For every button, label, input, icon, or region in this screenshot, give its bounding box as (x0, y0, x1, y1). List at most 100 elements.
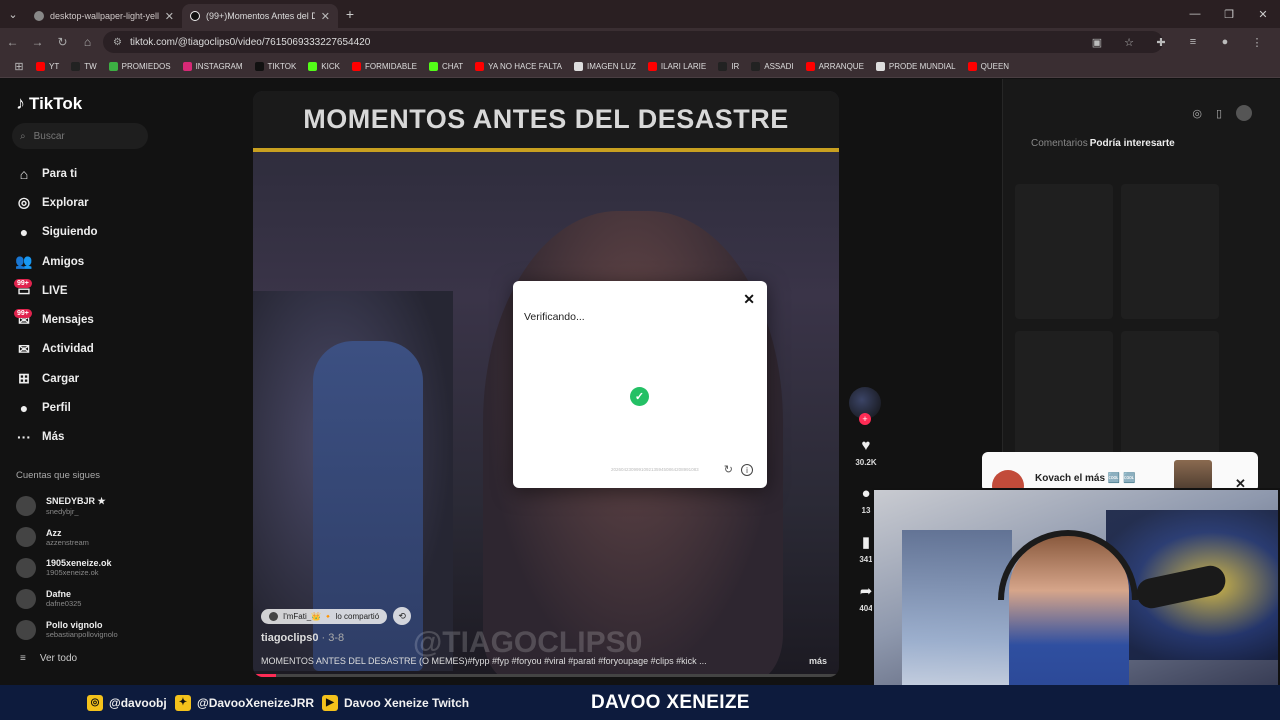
account-name: Azz (46, 527, 62, 538)
suggestion-placeholder (1015, 331, 1113, 466)
bookmark-label: QUEEN (980, 62, 1010, 71)
refresh-icon[interactable]: ↻ (724, 463, 733, 476)
following-account[interactable]: Azz azzenstream (16, 522, 118, 553)
search-icon: ⌕ (20, 130, 26, 142)
following-account[interactable]: 1905xeneize.ok 1905xeneize.ok (16, 553, 118, 584)
notification-badge: 99+ (14, 279, 32, 289)
follow-plus-icon[interactable]: + (859, 413, 871, 425)
tab-comments[interactable]: Comentarios (1031, 138, 1088, 149)
close-tab-icon[interactable]: ✕ (321, 10, 330, 23)
sidebar-item-label: Explorar (42, 196, 89, 209)
footer-instagram: ◎ @davoobj (87, 685, 167, 720)
browser-tab-active[interactable]: (99+)Momentos Antes del Desa ✕ (182, 4, 338, 28)
media-icon[interactable]: ≡ (1182, 36, 1204, 48)
url-text: tiktok.com/@tiagoclips0/video/7615069333… (129, 36, 371, 48)
bookmark-item[interactable]: PRODE MUNDIAL (870, 62, 962, 71)
profile-avatar-icon[interactable]: ● (1214, 36, 1236, 48)
user-avatar[interactable] (1236, 105, 1252, 121)
sidebar-item[interactable]: ⌂ Para ti (16, 159, 98, 188)
tab-might-interest[interactable]: Podría interesarte (1090, 138, 1175, 149)
author-name: tiagoclips0 (261, 632, 319, 644)
bookmark-label: ILARI LARIE (660, 62, 707, 71)
url-bar[interactable]: ⚙ tiktok.com/@tiagoclips0/video/76150693… (103, 31, 1163, 53)
reload-icon[interactable]: ↻ (50, 35, 75, 49)
new-tab-button[interactable]: + (338, 6, 362, 22)
bookmark-item[interactable]: ILARI LARIE (642, 62, 712, 71)
coin-icon[interactable]: ◎ (1192, 107, 1202, 120)
sidebar-item[interactable]: ··· Más (16, 423, 98, 452)
extensions-icon[interactable]: ✚ (1150, 36, 1172, 49)
bookmark-item[interactable]: KICK (302, 62, 346, 71)
bookmark-item[interactable]: TIKTOK (249, 62, 303, 71)
browser-tab[interactable]: desktop-wallpaper-light-yellow ✕ (26, 4, 182, 28)
close-tab-icon[interactable]: ✕ (165, 10, 174, 23)
bookmark-item[interactable]: YT (30, 62, 65, 71)
bookmark-item[interactable]: YA NO HACE FALTA (469, 62, 568, 71)
modal-close-icon[interactable]: ✕ (743, 291, 755, 308)
bookmark-favicon-icon (108, 62, 118, 71)
forward-icon[interactable]: → (25, 35, 50, 49)
bookmark-label: PRODE MUNDIAL (888, 62, 956, 71)
modal-title: Verificando... (524, 311, 585, 323)
following-account[interactable]: Dafne dafne0325 (16, 583, 118, 614)
see-all-label: Ver todo (39, 653, 78, 664)
sidebar-item[interactable]: ◎ Explorar (16, 188, 98, 217)
info-icon[interactable]: i (741, 464, 753, 476)
tiktok-logo[interactable]: ♪ TikTok (16, 93, 82, 114)
footer-youtube: ▶ Davoo Xeneize Twitch (322, 685, 469, 720)
live-popup-card[interactable]: Kovach el más 🆒 🆒 ✕ (982, 452, 1258, 502)
bookmark-favicon-icon (182, 62, 192, 71)
following-account[interactable]: SNEDYBJR ★ snedybjr_ (16, 491, 118, 522)
account-name: SNEDYBJR ★ (46, 496, 106, 507)
tab-search-icon[interactable]: ⌄ (0, 0, 26, 28)
bookmark-item[interactable]: IMAGEN LUZ (568, 62, 642, 71)
sidebar-item[interactable]: ● Siguiendo (16, 218, 98, 247)
like-heart-icon[interactable]: ♥ (849, 437, 883, 454)
sidebar-item[interactable]: 👥 Amigos (15, 247, 98, 276)
sidebar-item[interactable]: ● Perfil (16, 393, 98, 422)
sidebar-item[interactable]: ✉ 99+ Actividad (14, 308, 98, 364)
minimize-icon[interactable]: — (1178, 0, 1212, 28)
video-author[interactable]: tiagoclips0 · 3-8 (261, 632, 344, 644)
bookmark-item[interactable]: ASSADI (745, 62, 799, 71)
search-input[interactable]: ⌕ Buscar (12, 123, 148, 149)
back-icon[interactable]: ← (0, 35, 25, 49)
sidebar-item-label: LIVE (42, 284, 68, 297)
install-app-icon[interactable]: ▣ (1086, 36, 1108, 49)
footer-twitter: ✦ @DavooXeneizeJRR (175, 685, 314, 720)
bookmark-item[interactable]: TW (65, 62, 102, 71)
bookmark-item[interactable]: QUEEN (962, 62, 1015, 71)
creator-avatar[interactable]: + (849, 387, 881, 425)
bookmark-star-icon[interactable]: ☆ (1118, 36, 1140, 49)
bookmark-favicon-icon (71, 62, 81, 71)
bookmark-item[interactable]: CHAT (423, 62, 469, 71)
bookmark-item[interactable]: FORMIDABLE (346, 62, 423, 71)
sidebar-item[interactable]: ⊞ Cargar (16, 364, 98, 393)
following-account[interactable]: Pollo vignolo sebastianpollovignolo (16, 614, 118, 645)
caption-more-link[interactable]: más (809, 656, 827, 666)
bookmark-item[interactable]: PROMIEDOS (103, 62, 177, 71)
avatar (16, 496, 36, 517)
home-icon[interactable]: ⌂ (75, 35, 100, 49)
close-window-icon[interactable]: ✕ (1246, 0, 1280, 28)
device-icon[interactable]: ▯ (1216, 107, 1222, 120)
bookmark-item[interactable]: IR (712, 62, 745, 71)
see-all-link[interactable]: ≡ Ver todo (20, 653, 77, 664)
bookmark-favicon-icon (875, 62, 885, 71)
sidebar-item-label: Más (42, 431, 65, 444)
video-progress-bar[interactable] (253, 674, 839, 677)
site-info-icon[interactable]: ⚙ (113, 37, 122, 48)
apps-grid-icon[interactable]: ⊞ (8, 60, 30, 73)
restore-icon[interactable]: ❐ (1212, 0, 1246, 28)
account-name: 1905xeneize.ok (46, 558, 112, 569)
bookmark-item[interactable]: ARRANQUE (800, 62, 870, 71)
youtube-handle: Davoo Xeneize Twitch (344, 695, 470, 710)
browser-menu-icon[interactable]: ⋮ (1246, 36, 1268, 49)
sidebar-item-label: Cargar (42, 372, 80, 385)
video-banner-text: MOMENTOS ANTES DEL DESASTRE (253, 91, 839, 148)
shared-by-pill[interactable]: I'mFati_👑 🔸 lo compartió (261, 608, 388, 624)
bookmark-item[interactable]: INSTAGRAM (177, 62, 249, 71)
repost-icon[interactable]: ⟲ (393, 607, 412, 625)
instagram-icon: ◎ (87, 694, 103, 711)
sidebar-item-label: Para ti (42, 167, 78, 180)
